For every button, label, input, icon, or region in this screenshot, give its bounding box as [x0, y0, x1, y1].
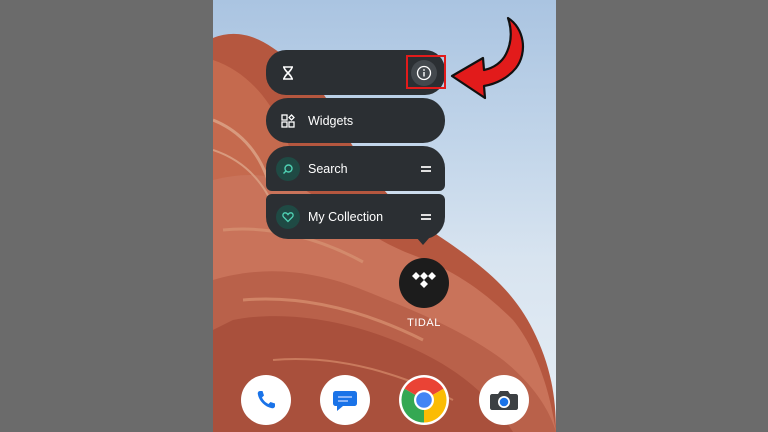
tidal-logo-icon	[412, 272, 436, 288]
drag-handle-icon[interactable]	[421, 165, 431, 172]
tidal-app-label: TIDAL	[407, 317, 441, 329]
phone-app-icon[interactable]	[241, 375, 291, 425]
chrome-icon	[401, 377, 447, 423]
red-curved-arrow-icon	[450, 16, 525, 100]
search-icon	[276, 156, 300, 181]
messages-icon	[333, 391, 357, 411]
chrome-app-icon[interactable]	[399, 375, 449, 425]
info-highlight-box	[406, 55, 446, 89]
my-collection-label: My Collection	[308, 209, 384, 224]
search-label: Search	[308, 161, 348, 176]
drag-handle-icon[interactable]	[421, 213, 431, 220]
hourglass-icon[interactable]	[276, 61, 300, 85]
messages-app-icon[interactable]	[320, 375, 370, 425]
search-shortcut[interactable]: Search	[266, 146, 445, 191]
heart-icon	[276, 204, 300, 229]
tidal-app-icon[interactable]	[399, 258, 449, 308]
phone-icon	[257, 391, 275, 409]
camera-app-icon[interactable]	[479, 375, 529, 425]
widgets-grid-icon	[276, 109, 300, 133]
my-collection-shortcut[interactable]: My Collection	[266, 194, 445, 239]
widgets-menu-item[interactable]: Widgets	[266, 98, 445, 143]
camera-icon	[490, 391, 518, 410]
widgets-label: Widgets	[308, 113, 354, 128]
menu-pointer-tail	[416, 237, 430, 245]
